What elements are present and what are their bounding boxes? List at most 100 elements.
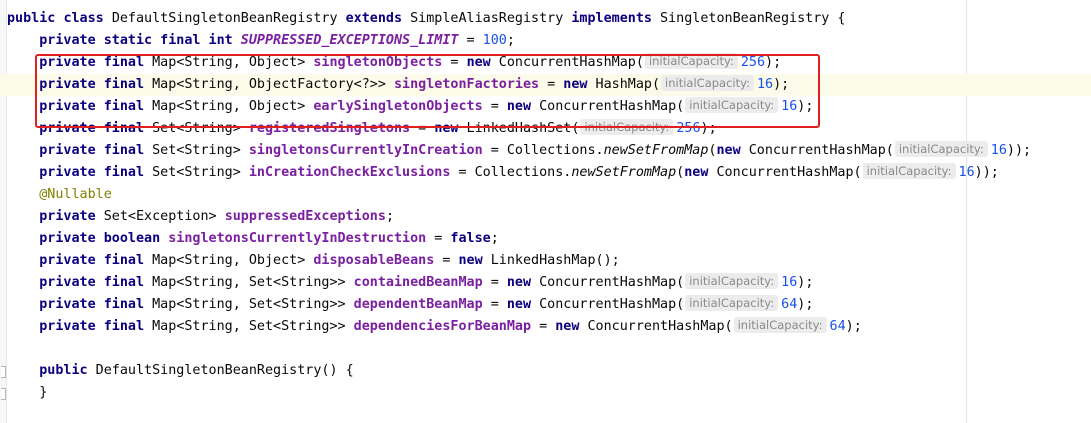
punctuation: ; [385,209,394,224]
constructor-call: ConcurrentHashMap( [531,99,685,114]
constructor-call: LinkedHashSet( [458,121,580,136]
keyword: new [506,297,532,312]
modifiers: private final [39,121,145,136]
number-literal: 64 [829,319,846,334]
code-line-close-brace[interactable]: } [0,382,1091,404]
code-line-class-declaration[interactable]: public class DefaultSingletonBeanRegistr… [0,8,1091,30]
code-line-field[interactable]: private final Map<String, Set<String>> c… [0,272,1091,294]
code-line-field[interactable]: private final Map<String, Object> earlyS… [0,96,1091,118]
field-name: SUPPRESSED_EXCEPTIONS_LIMIT [240,33,459,48]
class-name: DefaultSingletonBeanRegistry [111,11,338,26]
punctuation: )); [974,165,999,180]
punctuation: ); [797,275,814,290]
field-name: registeredSingletons [248,121,411,136]
punctuation: ); [797,99,814,114]
type-name: Set<String> [144,143,249,158]
number-literal: 16 [958,165,975,180]
keyword: new [458,253,483,268]
number-literal: 100 [482,33,507,48]
punctuation: { [837,11,846,26]
code-line-field[interactable]: private final Map<String, Object> dispos… [0,250,1091,272]
operator: = [482,275,507,290]
punctuation: ; [506,33,515,48]
modifiers: private static final int [39,33,233,48]
keyword: public [7,11,56,26]
operator: = [442,55,467,70]
operator: = [531,319,556,334]
code-line-field[interactable]: private final Set<String> inCreationChec… [0,162,1091,184]
field-name: singletonsCurrentlyInDestruction [168,231,427,246]
code-line-constructor[interactable]: public DefaultSingletonBeanRegistry() { [0,360,1091,382]
type-name: Map<String, Set<String>> [144,275,354,290]
constructor-call: LinkedHashMap(); [482,253,620,268]
modifiers: private final [39,297,145,312]
field-name: earlySingletonObjects [313,99,483,114]
number-literal: 64 [781,297,798,312]
number-literal: 256 [740,55,766,70]
number-literal: 16 [781,99,798,114]
annotation: @Nullable [39,187,112,202]
code-editor[interactable]: public class DefaultSingletonBeanRegistr… [0,8,1091,404]
constructor-call: ConcurrentHashMap( [708,165,862,180]
parameter-hint: initialCapacity: [661,75,754,91]
keyword: new [563,77,588,92]
keyword: class [63,11,104,26]
modifiers: private final [39,143,145,158]
keyword: implements [571,11,652,26]
operator: = [426,231,451,246]
parameter-hint: initialCapacity: [685,273,779,289]
static-method-call: newSetFromMap [571,165,677,180]
field-name: singletonsCurrentlyInCreation [248,143,483,158]
code-line-blank[interactable] [0,338,1091,360]
punctuation: ); [845,319,862,334]
field-name: singletonFactories [393,77,540,92]
keyword: extends [345,11,403,26]
field-name: singletonObjects [313,55,443,70]
field-name: dependenciesForBeanMap [353,319,532,334]
parameter-hint: initialCapacity: [685,295,779,311]
type-name: Set<Exception> [95,209,225,224]
modifiers: private final [39,319,145,334]
number-literal: 256 [676,121,701,136]
code-line-field[interactable]: private final Map<String, Object> single… [0,52,1091,74]
code-line-annotation[interactable]: @Nullable [0,184,1091,206]
modifiers: private boolean [39,231,161,246]
code-line-field[interactable]: private final Set<String> singletonsCurr… [0,140,1091,162]
number-literal: 16 [781,275,798,290]
code-line-field[interactable]: private final Map<String, Set<String>> d… [0,316,1091,338]
modifiers: private final [39,253,145,268]
code-line-field[interactable]: private final Map<String, Set<String>> d… [0,294,1091,316]
code-line-field-current[interactable]: private final Map<String, ObjectFactory<… [0,74,1091,96]
constructor-call: HashMap( [587,77,661,92]
code-line-field[interactable]: private static final int SUPPRESSED_EXCE… [0,30,1091,52]
type-name: Set<String> [144,165,249,180]
type-name: Set<String> [144,121,249,136]
punctuation: ); [765,55,782,70]
keyword: new [506,275,532,290]
keyword: false [450,231,491,246]
keyword: public [39,363,88,378]
operator: = [482,297,507,312]
code-line-field[interactable]: private boolean singletonsCurrentlyInDes… [0,228,1091,250]
keyword: new [466,55,491,70]
punctuation: ); [773,77,790,92]
number-literal: 16 [756,77,774,92]
interface-name: SingletonBeanRegistry [660,11,830,26]
keyword: new [555,319,580,334]
keyword: new [716,143,741,158]
modifiers: private final [39,77,145,92]
keyword: new [506,99,532,114]
operator: = Collections. [450,165,572,180]
type-name: Map<String, ObjectFactory<?>> [144,77,394,92]
type-name: Map<String, Set<String>> [144,297,354,312]
constructor-call: ConcurrentHashMap( [531,275,685,290]
modifiers: private [39,209,96,224]
code-line-field[interactable]: private Set<Exception> suppressedExcepti… [0,206,1091,228]
operator: = Collections. [482,143,604,158]
parameter-hint: initialCapacity: [685,97,779,113]
parameter-hint: initialCapacity: [862,163,956,179]
constructor-call: ConcurrentHashMap( [740,143,894,158]
modifiers: private final [39,99,145,114]
code-line-field[interactable]: private final Set<String> registeredSing… [0,118,1091,140]
type-name: Map<String, Object> [144,55,314,70]
